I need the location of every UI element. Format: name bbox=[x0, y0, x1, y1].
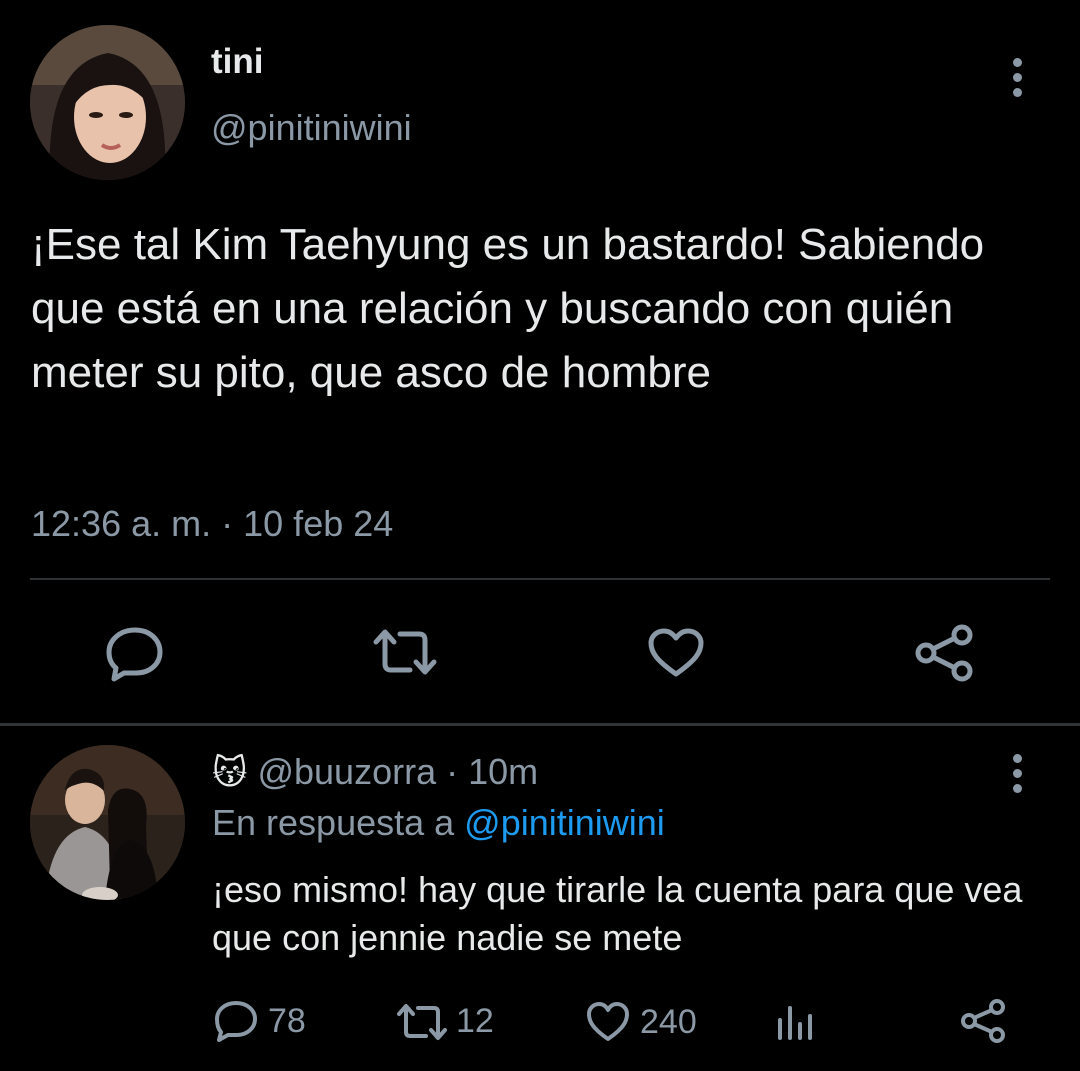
like-icon bbox=[587, 1002, 629, 1041]
more-dot-icon bbox=[1012, 58, 1022, 67]
tweet-time[interactable]: 12:36 a. m. bbox=[31, 503, 211, 544]
share-button[interactable] bbox=[914, 624, 974, 682]
reply-button[interactable] bbox=[106, 626, 164, 682]
share-icon bbox=[915, 624, 973, 682]
analytics-icon bbox=[778, 1006, 812, 1040]
more-dot-icon bbox=[1012, 784, 1022, 793]
more-dot-icon bbox=[1012, 769, 1022, 778]
reply-more-menu-button[interactable] bbox=[1007, 754, 1027, 793]
retweet-icon bbox=[397, 1003, 447, 1040]
tweet-more-menu-button[interactable] bbox=[1007, 58, 1027, 97]
reply-text: ¡eso mismo! hay que tirarle la cuenta pa… bbox=[212, 869, 1023, 958]
replying-to-line: En respuesta a @pinitiniwini bbox=[212, 801, 665, 845]
replying-to-label: En respuesta a bbox=[212, 802, 455, 843]
section-divider bbox=[0, 723, 1080, 726]
reply-author-handle[interactable]: @buuzorra bbox=[257, 751, 436, 792]
more-dot-icon bbox=[1012, 754, 1022, 763]
reply-author-emoji: 😽 bbox=[212, 754, 248, 792]
reply-count: 78 bbox=[268, 1001, 306, 1040]
reply-icon bbox=[106, 627, 163, 682]
tweet-text: ¡Ese tal Kim Taehyung es un bastardo! Sa… bbox=[31, 220, 985, 397]
tweet-author-name[interactable]: tini bbox=[211, 42, 263, 82]
retweet-button[interactable] bbox=[372, 628, 438, 676]
tweet-timestamp: 12:36 a. m. · 10 feb 24 bbox=[31, 502, 393, 546]
reply-share-button[interactable] bbox=[960, 998, 1006, 1044]
reply-time[interactable]: 10m bbox=[468, 751, 538, 792]
share-icon bbox=[961, 999, 1005, 1043]
retweet-count: 12 bbox=[456, 1002, 494, 1040]
tweet-author-handle[interactable]: @pinitiniwini bbox=[211, 107, 412, 149]
reply-reply-button[interactable]: 78 bbox=[214, 1000, 306, 1042]
reply-views-button[interactable] bbox=[776, 1004, 816, 1040]
more-dot-icon bbox=[1012, 88, 1022, 97]
reply-author-avatar[interactable] bbox=[30, 745, 185, 900]
reply-retweet-button[interactable]: 12 bbox=[396, 1002, 494, 1041]
reply-header-separator: · bbox=[446, 751, 459, 792]
replying-to-handle[interactable]: @pinitiniwini bbox=[464, 802, 665, 843]
like-button[interactable] bbox=[648, 628, 704, 678]
more-dot-icon bbox=[1012, 73, 1022, 82]
reply-header: 😽 @buuzorra · 10m bbox=[212, 750, 538, 795]
tweet-date[interactable]: 10 feb 24 bbox=[243, 503, 393, 544]
tweet-divider bbox=[30, 578, 1050, 580]
timestamp-separator: · bbox=[221, 503, 234, 544]
tweet-author-avatar[interactable] bbox=[30, 25, 185, 180]
like-icon bbox=[648, 628, 704, 677]
reply-icon bbox=[215, 1001, 257, 1042]
retweet-icon bbox=[373, 629, 437, 675]
like-count: 240 bbox=[640, 1002, 697, 1041]
reply-like-button[interactable]: 240 bbox=[586, 1002, 697, 1042]
